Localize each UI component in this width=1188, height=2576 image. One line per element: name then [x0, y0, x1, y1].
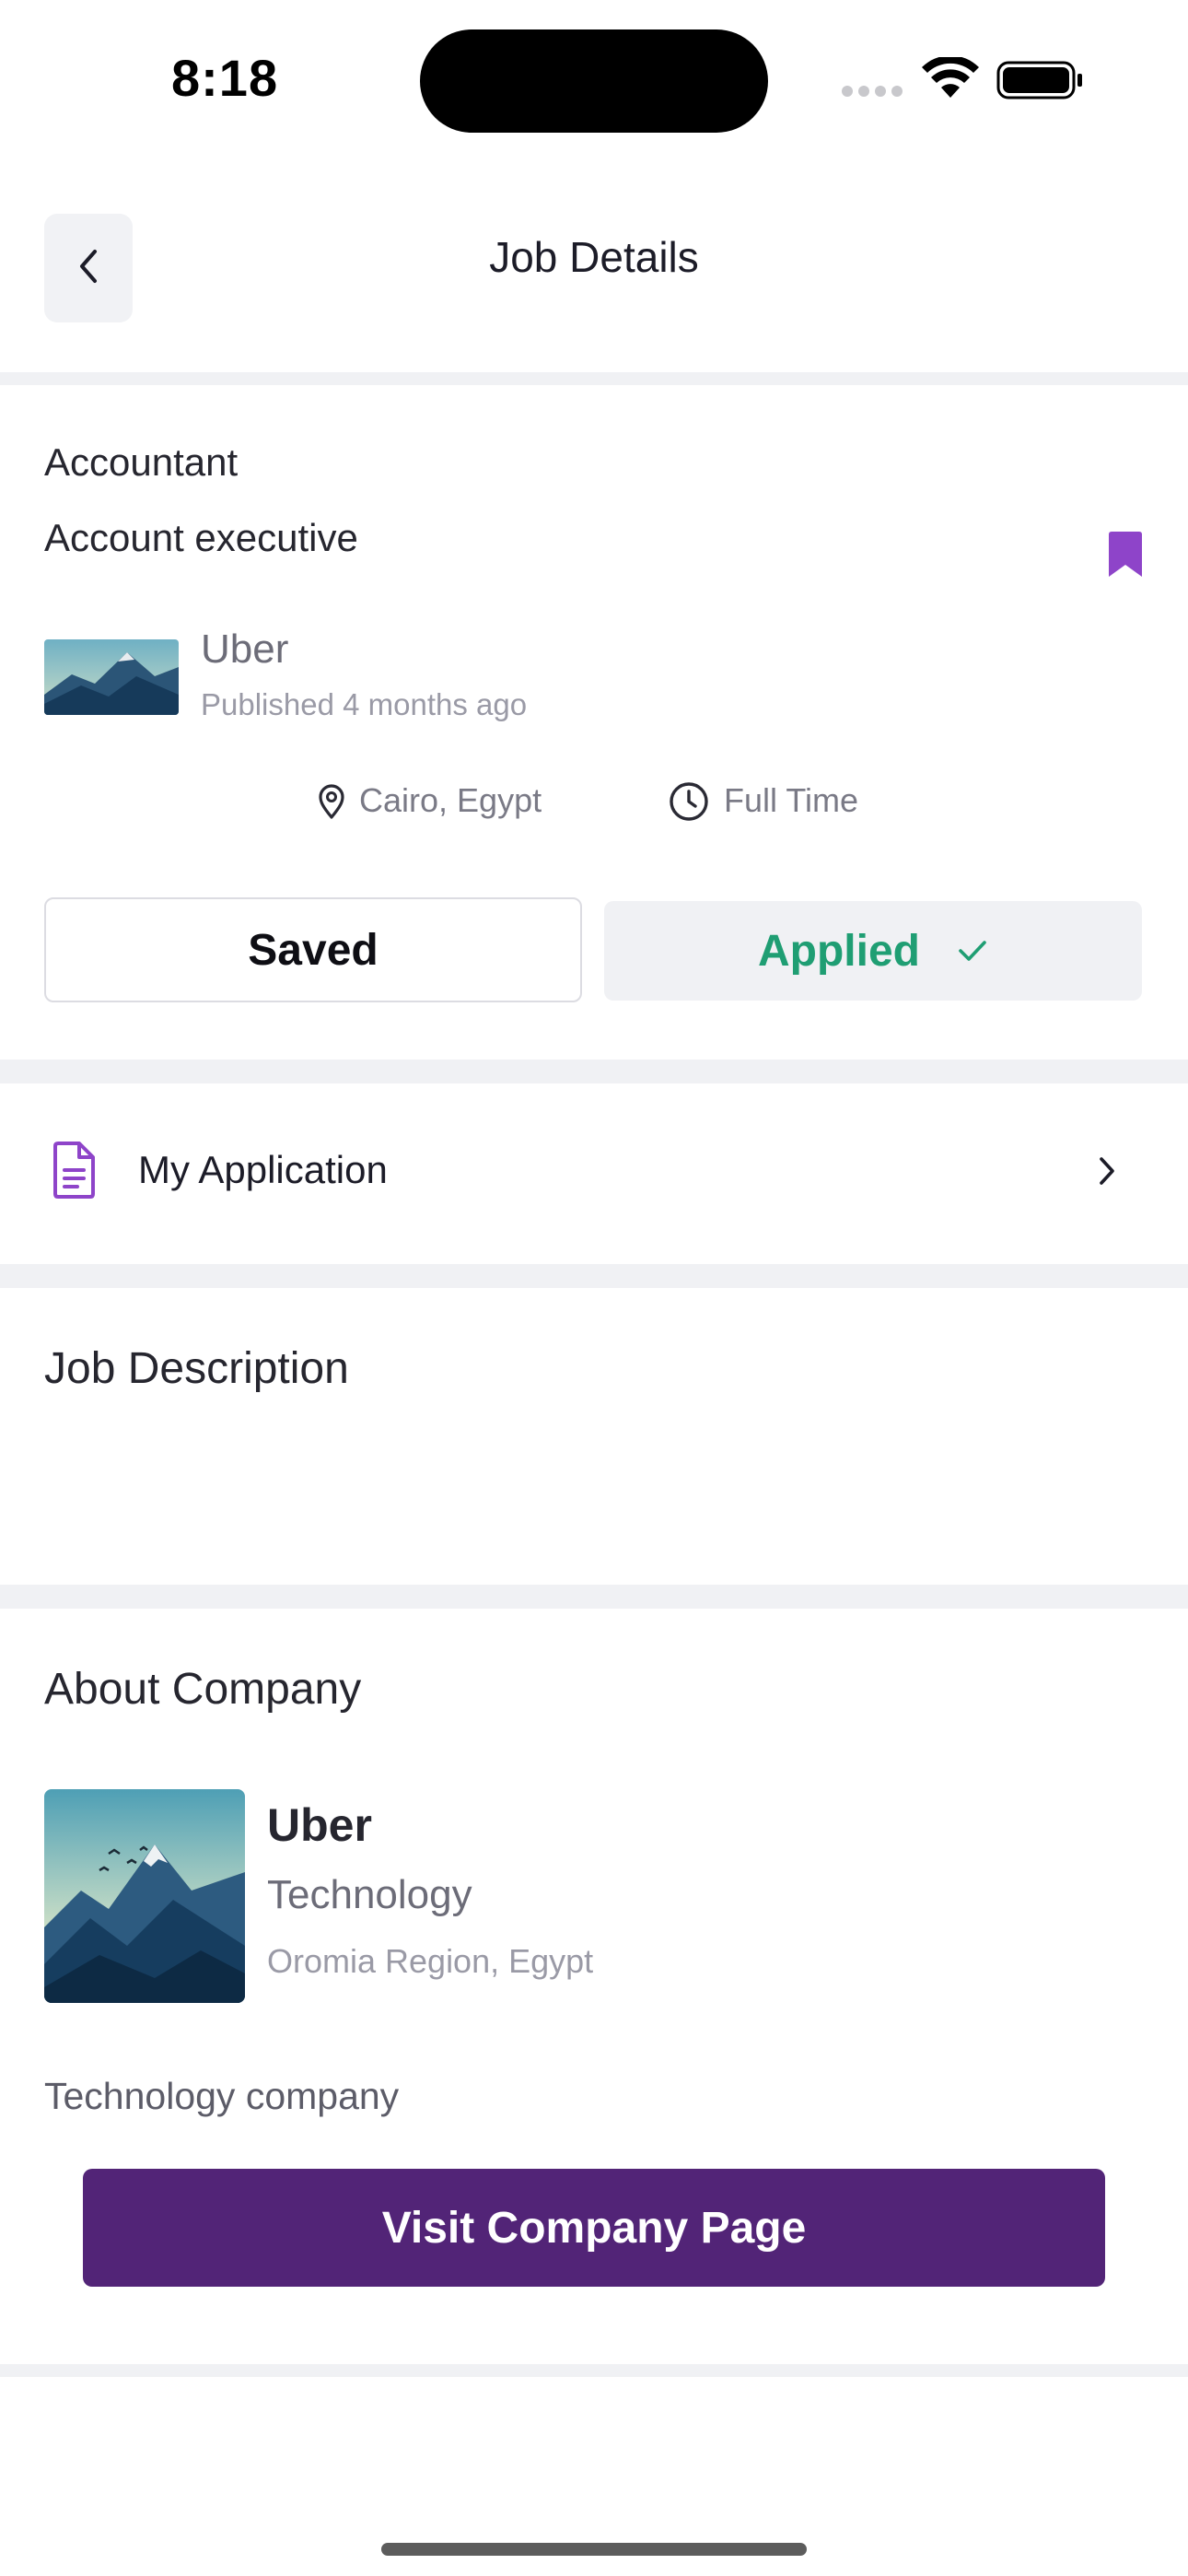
company-logo: [44, 639, 179, 715]
dynamic-island: [420, 29, 768, 133]
wifi-icon: [921, 55, 980, 104]
document-icon: [48, 1141, 99, 1204]
saved-button[interactable]: Saved: [44, 897, 582, 1002]
battery-icon: [996, 61, 1085, 104]
page-title: Job Details: [489, 233, 699, 281]
divider: [0, 1585, 1188, 1609]
saved-button-label: Saved: [248, 925, 379, 975]
applied-button-label: Applied: [758, 926, 920, 976]
job-category: Accountant: [44, 440, 239, 484]
job-location: Cairo, Egypt: [359, 781, 542, 819]
job-title: Account executive: [44, 516, 358, 559]
company-name[interactable]: Uber: [201, 626, 288, 673]
status-time: 8:18: [171, 49, 279, 107]
company-industry: Technology: [267, 1872, 472, 1917]
check-icon: [957, 938, 988, 964]
company-description: Technology company: [44, 2075, 400, 2117]
job-description-heading: Job Description: [44, 1344, 349, 1393]
divider: [0, 1060, 1188, 1083]
divider: [0, 1264, 1188, 1288]
company-location: Oromia Region, Egypt: [267, 1942, 594, 1980]
bookmark-icon[interactable]: [1105, 531, 1146, 583]
job-type: Full Time: [724, 781, 859, 819]
company-name: Uber: [267, 1799, 372, 1851]
divider: [0, 372, 1188, 385]
location-pin-icon: [317, 783, 346, 825]
clock-icon: [669, 781, 709, 826]
home-indicator[interactable]: [381, 2543, 807, 2556]
published-date: Published 4 months ago: [201, 687, 528, 721]
divider: [0, 2364, 1188, 2377]
my-application-link[interactable]: My Application: [138, 1148, 388, 1192]
company-logo: [44, 1789, 245, 2003]
about-company-heading: About Company: [44, 1665, 362, 1714]
applied-button[interactable]: Applied: [604, 901, 1142, 1001]
chevron-right-icon[interactable]: [1096, 1155, 1118, 1191]
visit-company-page-button[interactable]: Visit Company Page: [83, 2169, 1105, 2287]
visit-company-page-label: Visit Company Page: [381, 2203, 807, 2253]
cellular-icon: [842, 85, 908, 101]
